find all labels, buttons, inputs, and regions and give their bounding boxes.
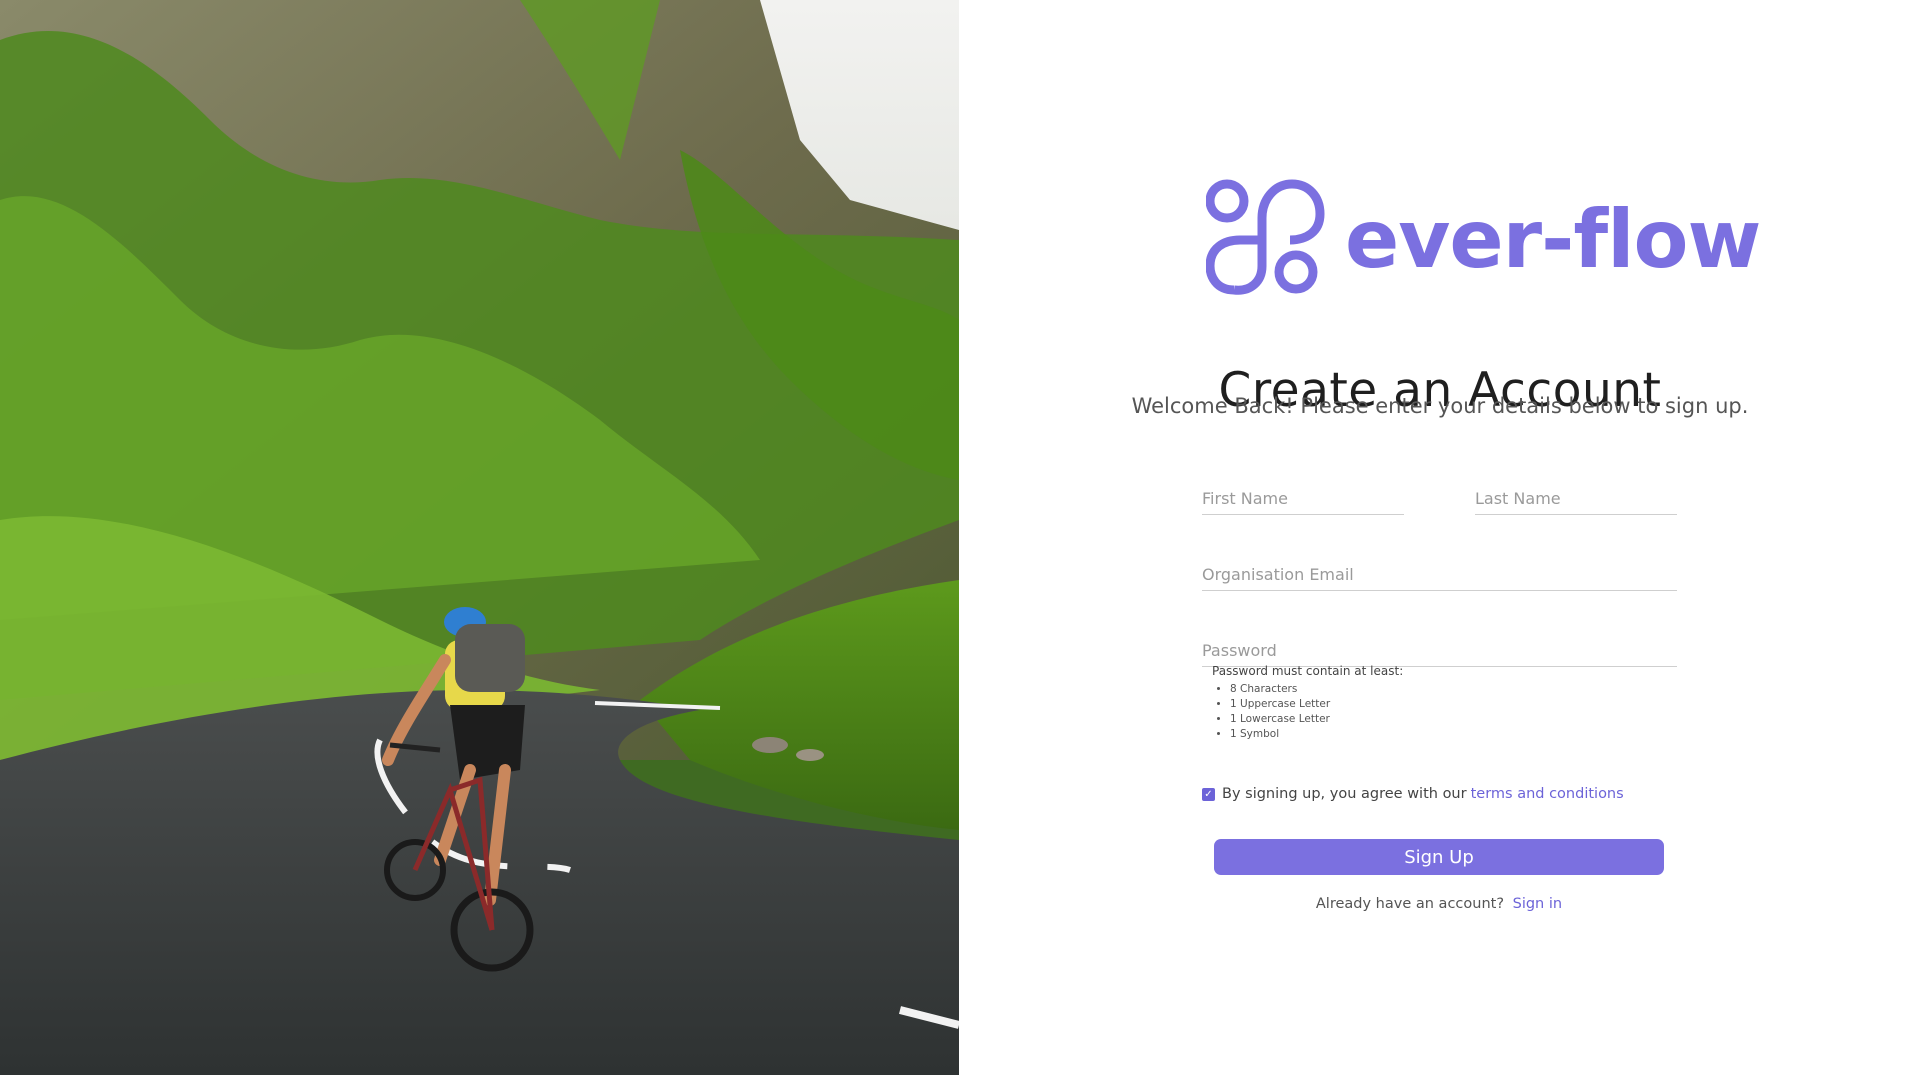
signin-row: Already have an account? Sign in bbox=[1214, 896, 1664, 912]
first-name-field[interactable] bbox=[1202, 486, 1404, 515]
terms-link[interactable]: terms and conditions bbox=[1471, 786, 1624, 802]
password-rule: 8 Characters bbox=[1230, 682, 1330, 697]
password-rules-list: 8 Characters 1 Uppercase Letter 1 Lowerc… bbox=[1212, 682, 1330, 742]
password-rules-title: Password must contain at least: bbox=[1212, 664, 1404, 678]
terms-agreement-text: By signing up, you agree with our bbox=[1222, 786, 1467, 802]
page-subtitle: Welcome Back! Please enter your details … bbox=[1131, 394, 1749, 418]
organisation-email-field[interactable] bbox=[1202, 562, 1677, 591]
password-rule: 1 Uppercase Letter bbox=[1230, 697, 1330, 712]
check-icon: ✓ bbox=[1204, 788, 1213, 800]
sign-in-link[interactable]: Sign in bbox=[1513, 896, 1562, 912]
hero-photo bbox=[0, 0, 959, 1075]
signin-prompt: Already have an account? bbox=[1315, 896, 1505, 912]
password-rule: 1 Lowercase Letter bbox=[1230, 712, 1330, 727]
terms-checkbox[interactable]: ✓ bbox=[1202, 787, 1215, 801]
signup-panel bbox=[959, 0, 1920, 1075]
last-name-field[interactable] bbox=[1475, 486, 1677, 515]
terms-agreement: ✓ By signing up, you agree with our term… bbox=[1202, 786, 1624, 802]
brand-name: ever-flow bbox=[1345, 193, 1761, 286]
sign-up-button[interactable]: Sign Up bbox=[1214, 839, 1664, 875]
password-field[interactable] bbox=[1202, 638, 1677, 667]
password-rule: 1 Symbol bbox=[1230, 727, 1330, 742]
